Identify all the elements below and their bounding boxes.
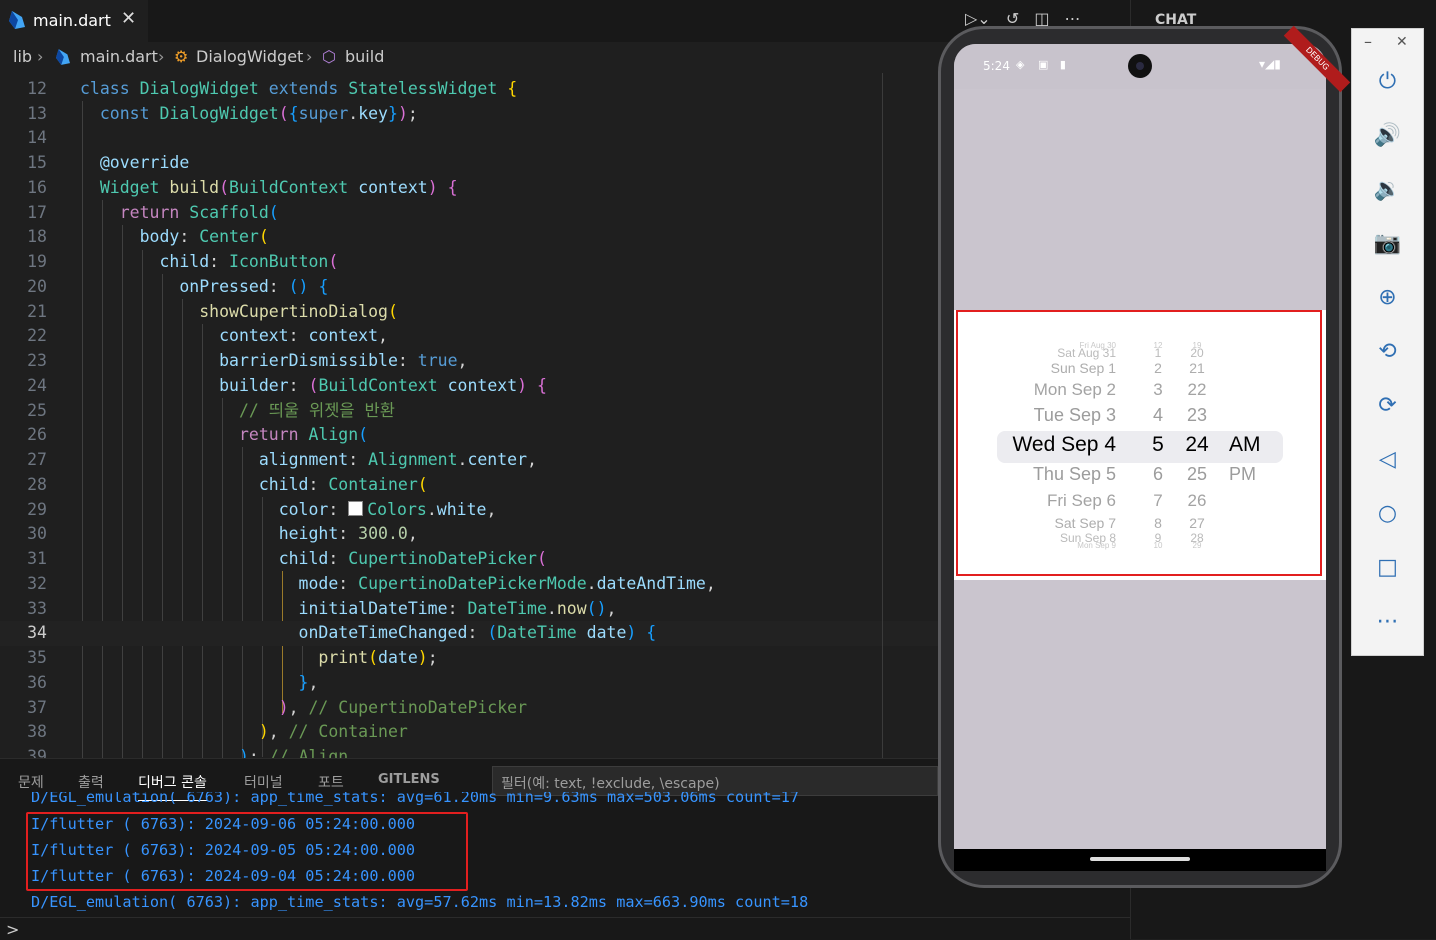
code-line: 31 child: CupertinoDatePicker(	[27, 549, 547, 568]
signal-icon: ◢	[1265, 57, 1275, 71]
code-line-current: 34 onDateTimeChanged: (DateTime date) {	[0, 621, 938, 646]
emulator-toolbar: ⏻ 🔊 🔉 📷 ⊕ ⟲ ⟳ ◁ ○ □ ⋯	[1351, 28, 1424, 656]
log-line: D/EGL_emulation( 6763): app_time_stats: …	[31, 792, 800, 806]
breadcrumb-class[interactable]: DialogWidget	[196, 47, 303, 66]
back-icon[interactable]: ◁	[1352, 447, 1423, 472]
close-icon[interactable]: ✕	[1396, 34, 1408, 50]
camera-icon[interactable]: 📷	[1352, 231, 1423, 256]
highlight-box	[26, 812, 468, 891]
chevron-right-icon: ›	[158, 47, 165, 66]
method-icon: ⬡	[322, 47, 336, 66]
code-line: 28 child: Container(	[27, 475, 428, 494]
code-line: 13 const DialogWidget({super.key});	[27, 104, 418, 123]
log-line: D/EGL_emulation( 6763): app_time_stats: …	[31, 893, 809, 911]
volume-up-icon[interactable]: 🔊	[1352, 123, 1423, 148]
tab-ports[interactable]: 포트	[318, 772, 344, 792]
code-line: 27 alignment: Alignment.center,	[27, 450, 537, 469]
home-indicator[interactable]	[1090, 857, 1190, 861]
code-line: 12 class DialogWidget extends StatelessWi…	[27, 79, 518, 98]
power-icon[interactable]: ⏻	[1352, 69, 1423, 94]
code-line: 21 showCupertinoDialog(	[27, 302, 398, 321]
volume-down-icon[interactable]: 🔉	[1352, 177, 1423, 202]
code-line: 14	[27, 128, 47, 147]
code-line: 22 context: context,	[27, 326, 388, 345]
code-line: 15 @override	[27, 153, 190, 172]
code-line: 24 builder: (BuildContext context) {	[27, 376, 547, 395]
highlight-box	[956, 310, 1322, 576]
code-line: 36 },	[27, 673, 319, 692]
breadcrumb-lib[interactable]: lib	[13, 47, 32, 66]
dart-file-icon	[9, 11, 25, 33]
code-line: 37 ), // CupertinoDatePicker	[27, 698, 528, 717]
class-icon: ⚙	[174, 47, 189, 66]
code-line: 29 color: Colors.white,	[27, 500, 497, 519]
code-line: 32 mode: CupertinoDatePickerMode.dateAnd…	[27, 574, 716, 593]
tab-problems[interactable]: 문제	[18, 772, 44, 792]
chevron-right-icon: ›	[306, 47, 313, 66]
breadcrumb-file[interactable]: main.dart	[80, 47, 158, 66]
code-line: 17 return Scaffold(	[27, 203, 279, 222]
rotate-right-icon[interactable]: ⟳	[1352, 393, 1423, 418]
chevron-right-icon: ›	[37, 47, 44, 66]
overview-icon[interactable]: □	[1352, 555, 1423, 580]
home-icon[interactable]: ○	[1352, 501, 1423, 526]
code-line: 39 ); // Align	[27, 747, 349, 758]
tab-label: main.dart	[33, 11, 111, 30]
rotate-left-icon[interactable]: ⟲	[1352, 339, 1423, 364]
breadcrumb-method[interactable]: build	[345, 47, 384, 66]
code-line: 19 child: IconButton(	[27, 252, 339, 271]
dart-file-icon	[56, 49, 70, 69]
tab-debug-console[interactable]: 디버그 콘솔	[138, 772, 207, 801]
code-line: 18 body: Center(	[27, 227, 269, 246]
tab-output[interactable]: 출력	[78, 772, 104, 792]
code-line: 35 print(date);	[27, 648, 438, 667]
sd-card-icon: ▮	[1059, 58, 1066, 71]
tab-gitlens[interactable]: GITLENS	[378, 772, 440, 787]
camera-cutout	[1128, 54, 1152, 78]
console-input-bar[interactable]	[0, 917, 1130, 940]
status-time: 5:24	[983, 59, 1010, 73]
shield-icon: ◈	[1016, 58, 1025, 71]
tab-terminal[interactable]: 터미널	[244, 772, 283, 792]
code-line: 16 Widget build(BuildContext context) {	[27, 178, 458, 197]
tab-main-dart[interactable]: main.dart ✕	[0, 0, 148, 42]
code-line: 26 return Align(	[27, 425, 369, 444]
editor-ruler	[882, 73, 883, 758]
status-system-icons: ▾◢▮	[1259, 57, 1281, 71]
more-icon[interactable]: ⋯	[1352, 609, 1423, 634]
code-line: 38 ), // Container	[27, 722, 408, 741]
code-line: 23 barrierDismissible: true,	[27, 351, 468, 370]
battery-icon: ▮	[1274, 57, 1281, 71]
code-editor[interactable]: 12 class DialogWidget extends StatelessWi…	[0, 73, 938, 758]
status-notification-icons: ◈ ▣ ▮	[1012, 58, 1066, 71]
color-swatch[interactable]	[348, 501, 364, 516]
code-line: 33 initialDateTime: DateTime.now(),	[27, 599, 617, 618]
close-tab-icon[interactable]: ✕	[121, 8, 136, 29]
code-line: 20 onPressed: () {	[27, 277, 329, 296]
console-prompt: >	[6, 920, 20, 939]
code-line: 30 height: 300.0,	[27, 524, 418, 543]
zoom-icon[interactable]: ⊕	[1352, 285, 1423, 310]
code-line: 25 // 띄울 위젯을 반환	[27, 401, 395, 420]
minimize-icon[interactable]: –	[1364, 32, 1372, 51]
a-icon: ▣	[1037, 58, 1049, 71]
